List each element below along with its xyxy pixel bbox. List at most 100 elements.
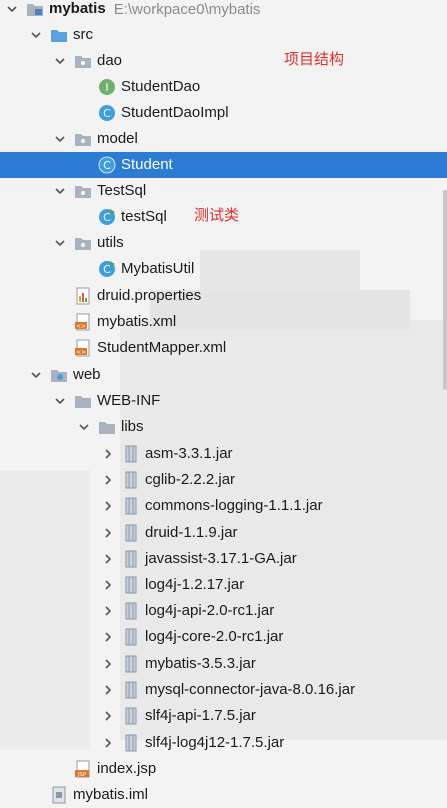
module-file-icon <box>50 786 68 804</box>
druid-properties-label: druid.properties <box>97 287 202 304</box>
mybatis-util-label: MybatisUtil <box>121 260 195 277</box>
svg-text:C: C <box>103 211 111 224</box>
chevron-right-icon[interactable] <box>100 446 116 462</box>
tree-node-jar[interactable]: slf4j-log4j12-1.7.5.jar <box>0 730 447 756</box>
jar-label: commons-logging-1.1.1.jar <box>145 497 323 514</box>
tree-node-druid-properties[interactable]: druid.properties <box>0 283 447 309</box>
chevron-right-icon[interactable] <box>100 498 116 514</box>
model-label: model <box>97 130 138 147</box>
chevron-right-icon[interactable] <box>100 656 116 672</box>
xml-file-icon: <> <box>74 339 92 357</box>
tree-node-web-inf[interactable]: WEB-INF <box>0 388 447 414</box>
jar-icon <box>122 681 140 699</box>
libs-label: libs <box>121 418 144 435</box>
svg-text:I: I <box>105 81 108 94</box>
tree-node-jar[interactable]: asm-3.3.1.jar <box>0 441 447 467</box>
chevron-right-icon[interactable] <box>100 603 116 619</box>
chevron-right-icon[interactable] <box>100 525 116 541</box>
svg-text:JSP: JSP <box>77 772 87 778</box>
tree-node-libs[interactable]: libs <box>0 414 447 440</box>
tree-node-testsql[interactable]: TestSql <box>0 178 447 204</box>
svg-text:<>: <> <box>76 349 86 356</box>
chevron-down-icon[interactable] <box>76 419 92 435</box>
student-dao-label: StudentDao <box>121 78 201 95</box>
tree-node-jar[interactable]: mysql-connector-java-8.0.16.jar <box>0 677 447 703</box>
chevron-right-icon[interactable] <box>100 735 116 751</box>
student-mapper-xml-label: StudentMapper.xml <box>97 339 227 356</box>
tree-node-mybatis-util[interactable]: C MybatisUtil <box>0 256 447 282</box>
tree-node-jar[interactable]: slf4j-api-1.7.5.jar <box>0 703 447 729</box>
jar-label: druid-1.1.9.jar <box>145 524 238 541</box>
jar-icon <box>122 524 140 542</box>
mybatis-iml-label: mybatis.iml <box>73 786 149 803</box>
chevron-right-icon[interactable] <box>100 708 116 724</box>
source-folder-icon <box>50 26 68 44</box>
chevron-down-icon[interactable] <box>28 27 44 43</box>
testsql-label: TestSql <box>97 182 147 199</box>
chevron-down-icon[interactable] <box>4 1 20 17</box>
vertical-scrollbar[interactable] <box>443 0 447 808</box>
chevron-right-icon[interactable] <box>100 682 116 698</box>
chevron-right-icon[interactable] <box>100 472 116 488</box>
properties-file-icon <box>74 287 92 305</box>
package-icon <box>74 130 92 148</box>
tree-node-mybatis-iml[interactable]: mybatis.iml <box>0 782 447 808</box>
tree-node-student-dao[interactable]: I StudentDao <box>0 74 447 100</box>
chevron-right-icon[interactable] <box>100 629 116 645</box>
tree-node-jar[interactable]: mybatis-3.5.3.jar <box>0 651 447 677</box>
mybatis-xml-label: mybatis.xml <box>97 313 177 330</box>
jar-icon <box>122 734 140 752</box>
tree-node-jar[interactable]: cglib-2.2.2.jar <box>0 467 447 493</box>
folder-icon <box>98 418 116 436</box>
tree-node-model[interactable]: model <box>0 126 447 152</box>
jar-label: log4j-core-2.0-rc1.jar <box>145 628 284 645</box>
tree-node-jar[interactable]: druid-1.1.9.jar <box>0 520 447 546</box>
svg-text:C: C <box>103 107 111 120</box>
chevron-down-icon[interactable] <box>52 235 68 251</box>
package-icon <box>74 52 92 70</box>
chevron-down-icon[interactable] <box>52 183 68 199</box>
tree-node-student[interactable]: C Student <box>0 152 447 178</box>
scrollbar-thumb[interactable] <box>443 190 447 390</box>
chevron-down-icon[interactable] <box>28 367 44 383</box>
tree-node-project-root[interactable]: mybatis E:\workpace0\mybatis <box>0 0 447 22</box>
chevron-down-icon[interactable] <box>52 131 68 147</box>
svg-text:C: C <box>103 263 111 276</box>
package-icon <box>74 182 92 200</box>
jsp-file-icon: JSP <box>74 760 92 778</box>
jar-label: asm-3.3.1.jar <box>145 445 233 462</box>
student-label: Student <box>121 156 173 173</box>
index-jsp-label: index.jsp <box>97 760 157 777</box>
web-label: web <box>73 366 101 383</box>
tree-node-mybatis-xml[interactable]: <> mybatis.xml <box>0 309 447 335</box>
tree-node-index-jsp[interactable]: JSP index.jsp <box>0 756 447 782</box>
chevron-down-icon[interactable] <box>52 53 68 69</box>
jar-icon <box>122 576 140 594</box>
jar-label: mybatis-3.5.3.jar <box>145 655 256 672</box>
tree-node-utils[interactable]: utils <box>0 230 447 256</box>
student-dao-impl-label: StudentDaoImpl <box>121 104 229 121</box>
package-icon <box>74 234 92 252</box>
chevron-right-icon[interactable] <box>100 551 116 567</box>
chevron-right-icon[interactable] <box>100 577 116 593</box>
tree-node-web[interactable]: web <box>0 362 447 388</box>
tree-node-jar[interactable]: log4j-api-2.0-rc1.jar <box>0 598 447 624</box>
chevron-down-icon[interactable] <box>52 393 68 409</box>
tree-node-dao[interactable]: dao <box>0 48 447 74</box>
jar-label: javassist-3.17.1-GA.jar <box>145 550 297 567</box>
tree-node-jar[interactable]: log4j-core-2.0-rc1.jar <box>0 624 447 650</box>
jar-icon <box>122 550 140 568</box>
tree-node-student-mapper-xml[interactable]: <> StudentMapper.xml <box>0 335 447 361</box>
annotation-test-class: 测试类 <box>194 206 240 224</box>
jar-icon <box>122 655 140 673</box>
tree-node-student-dao-impl[interactable]: C StudentDaoImpl <box>0 100 447 126</box>
xml-file-icon: <> <box>74 313 92 331</box>
jar-label: log4j-1.2.17.jar <box>145 576 245 593</box>
tree-node-jar[interactable]: commons-logging-1.1.1.jar <box>0 493 447 519</box>
tree-node-jar[interactable]: javassist-3.17.1-GA.jar <box>0 546 447 572</box>
tree-node-src[interactable]: src <box>0 22 447 48</box>
tree-node-jar[interactable]: log4j-1.2.17.jar <box>0 572 447 598</box>
project-folder-icon <box>26 0 44 18</box>
runnable-class-icon: C <box>98 260 116 278</box>
jar-icon <box>122 602 140 620</box>
